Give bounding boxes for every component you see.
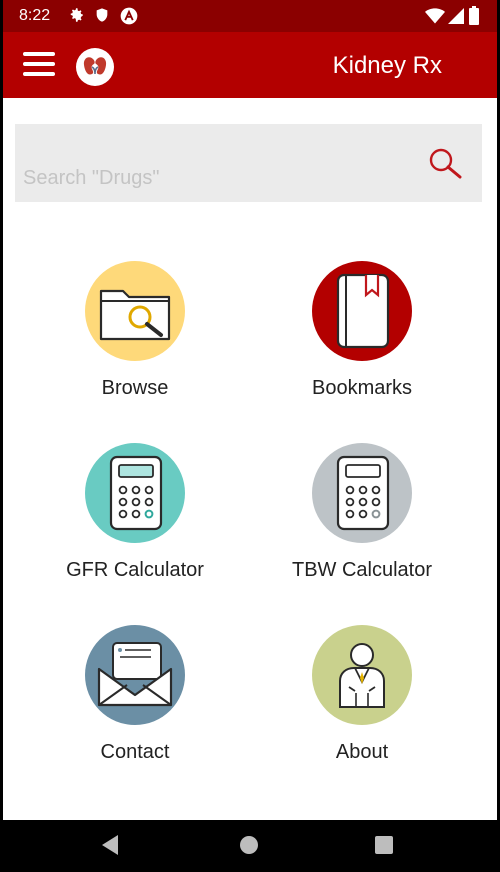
kidney-logo-icon xyxy=(76,48,114,86)
tbw-calculator-tile[interactable]: TBW Calculator xyxy=(262,443,462,603)
app-bar: Kidney Rx xyxy=(3,32,497,98)
gfr-calculator-tile[interactable]: GFR Calculator xyxy=(35,443,235,603)
battery-icon xyxy=(469,6,479,25)
bookmarks-tile[interactable]: Bookmarks xyxy=(262,261,462,421)
recents-icon[interactable] xyxy=(371,832,397,858)
bookmarks-label: Bookmarks xyxy=(311,377,413,399)
signal-icon xyxy=(448,8,464,24)
status-bar: 8:22 xyxy=(3,0,497,32)
hamburger-menu-icon[interactable] xyxy=(23,52,55,78)
about-label: About xyxy=(335,741,389,763)
envelope-icon xyxy=(85,625,185,725)
folder-search-icon xyxy=(85,261,185,361)
contact-label: Contact xyxy=(100,741,170,763)
wifi-icon xyxy=(425,8,445,24)
tbw-calculator-label: TBW Calculator xyxy=(291,559,433,581)
search-icon[interactable] xyxy=(425,144,465,184)
contact-tile[interactable]: Contact xyxy=(35,625,235,785)
navigation-bar xyxy=(0,820,500,872)
bookmark-book-icon xyxy=(312,261,412,361)
gfr-calculator-label: GFR Calculator xyxy=(66,559,204,581)
browse-label: Browse xyxy=(101,377,169,399)
home-icon[interactable] xyxy=(236,832,262,858)
browse-tile[interactable]: Browse xyxy=(35,261,235,421)
status-time: 8:22 xyxy=(19,7,51,24)
doctor-icon xyxy=(312,625,412,725)
a-badge-icon xyxy=(120,7,138,25)
calculator-icon xyxy=(312,443,412,543)
gear-icon xyxy=(70,8,83,22)
search-bar xyxy=(15,124,482,202)
shield-icon xyxy=(96,8,108,22)
app-title: Kidney Rx xyxy=(332,52,442,79)
about-tile[interactable]: About xyxy=(262,625,462,785)
back-icon[interactable] xyxy=(98,832,124,858)
search-input[interactable] xyxy=(21,162,405,194)
calculator-icon xyxy=(85,443,185,543)
